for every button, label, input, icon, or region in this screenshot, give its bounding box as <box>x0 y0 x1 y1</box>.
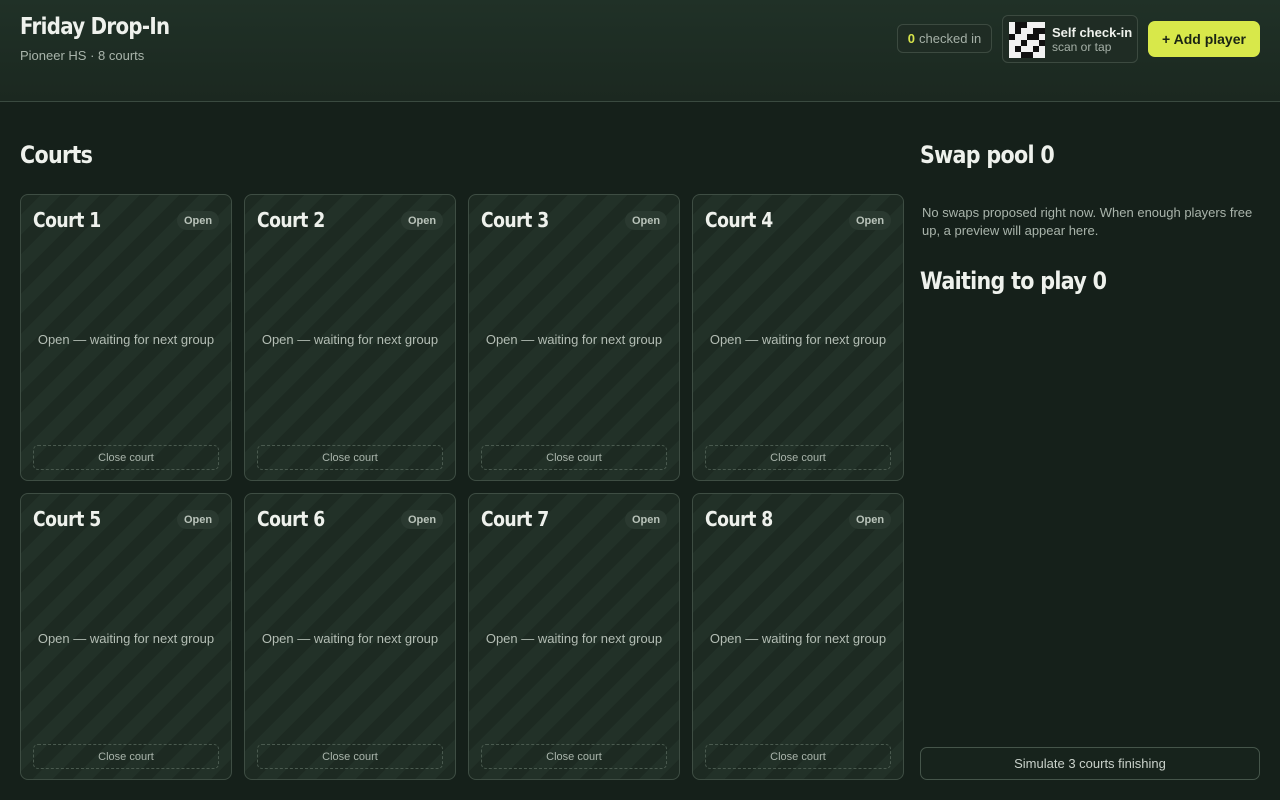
top-bar: Friday Drop-In Pioneer HS · 8 courts 0 c… <box>0 0 1280 102</box>
court-card-7: Court 7 Open Open — waiting for next gro… <box>468 493 680 780</box>
court-name: Court 7 <box>481 507 549 531</box>
status-badge: Open <box>401 211 443 230</box>
status-badge: Open <box>177 510 219 529</box>
self-checkin-button[interactable]: Self check-in scan or tap <box>1002 15 1138 63</box>
status-badge: Open <box>849 510 891 529</box>
status-badge: Open <box>177 211 219 230</box>
close-court-button[interactable]: Close court <box>33 445 219 470</box>
court-status-message: Open — waiting for next group <box>37 631 215 646</box>
page-title: Friday Drop-In <box>20 14 170 40</box>
court-name: Court 3 <box>481 208 549 232</box>
checked-in-label: checked in <box>919 31 982 46</box>
court-status-message: Open — waiting for next group <box>261 631 439 646</box>
court-status-message: Open — waiting for next group <box>261 332 439 347</box>
close-court-button[interactable]: Close court <box>481 445 667 470</box>
courts-heading: Courts <box>20 141 93 169</box>
court-card-2: Court 2 Open Open — waiting for next gro… <box>244 194 456 481</box>
status-badge: Open <box>625 211 667 230</box>
court-card-3: Court 3 Open Open — waiting for next gro… <box>468 194 680 481</box>
close-court-button[interactable]: Close court <box>257 744 443 769</box>
court-name: Court 4 <box>705 208 773 232</box>
court-card-8: Court 8 Open Open — waiting for next gro… <box>692 493 904 780</box>
add-player-button[interactable]: + Add player <box>1148 21 1260 57</box>
close-court-button[interactable]: Close court <box>705 744 891 769</box>
close-court-button[interactable]: Close court <box>481 744 667 769</box>
status-badge: Open <box>625 510 667 529</box>
status-badge: Open <box>849 211 891 230</box>
qr-code-icon <box>1009 22 1045 58</box>
close-court-button[interactable]: Close court <box>705 445 891 470</box>
self-checkin-title: Self check-in <box>1052 25 1133 40</box>
court-name: Court 2 <box>257 208 325 232</box>
court-card-1: Court 1 Open Open — waiting for next gro… <box>20 194 232 481</box>
court-status-message: Open — waiting for next group <box>709 332 887 347</box>
court-status-message: Open — waiting for next group <box>709 631 887 646</box>
court-name: Court 6 <box>257 507 325 531</box>
court-card-4: Court 4 Open Open — waiting for next gro… <box>692 194 904 481</box>
court-status-message: Open — waiting for next group <box>485 631 663 646</box>
court-name: Court 8 <box>705 507 773 531</box>
court-status-message: Open — waiting for next group <box>485 332 663 347</box>
court-card-5: Court 5 Open Open — waiting for next gro… <box>20 493 232 780</box>
checked-in-count: 0 <box>907 31 916 46</box>
court-name: Court 5 <box>33 507 101 531</box>
status-badge: Open <box>401 510 443 529</box>
close-court-button[interactable]: Close court <box>33 744 219 769</box>
checked-in-counter: 0 checked in <box>897 24 992 53</box>
waiting-heading: Waiting to play 0 <box>920 267 1107 295</box>
self-checkin-subtitle: scan or tap <box>1052 40 1112 54</box>
court-card-6: Court 6 Open Open — waiting for next gro… <box>244 493 456 780</box>
swap-pool-heading: Swap pool 0 <box>920 141 1055 169</box>
close-court-button[interactable]: Close court <box>257 445 443 470</box>
page-subtitle: Pioneer HS · 8 courts <box>20 48 145 63</box>
court-name: Court 1 <box>33 208 101 232</box>
swap-pool-empty-text: No swaps proposed right now. When enough… <box>922 205 1253 238</box>
simulate-button[interactable]: Simulate 3 courts finishing <box>920 747 1260 780</box>
court-status-message: Open — waiting for next group <box>37 332 215 347</box>
